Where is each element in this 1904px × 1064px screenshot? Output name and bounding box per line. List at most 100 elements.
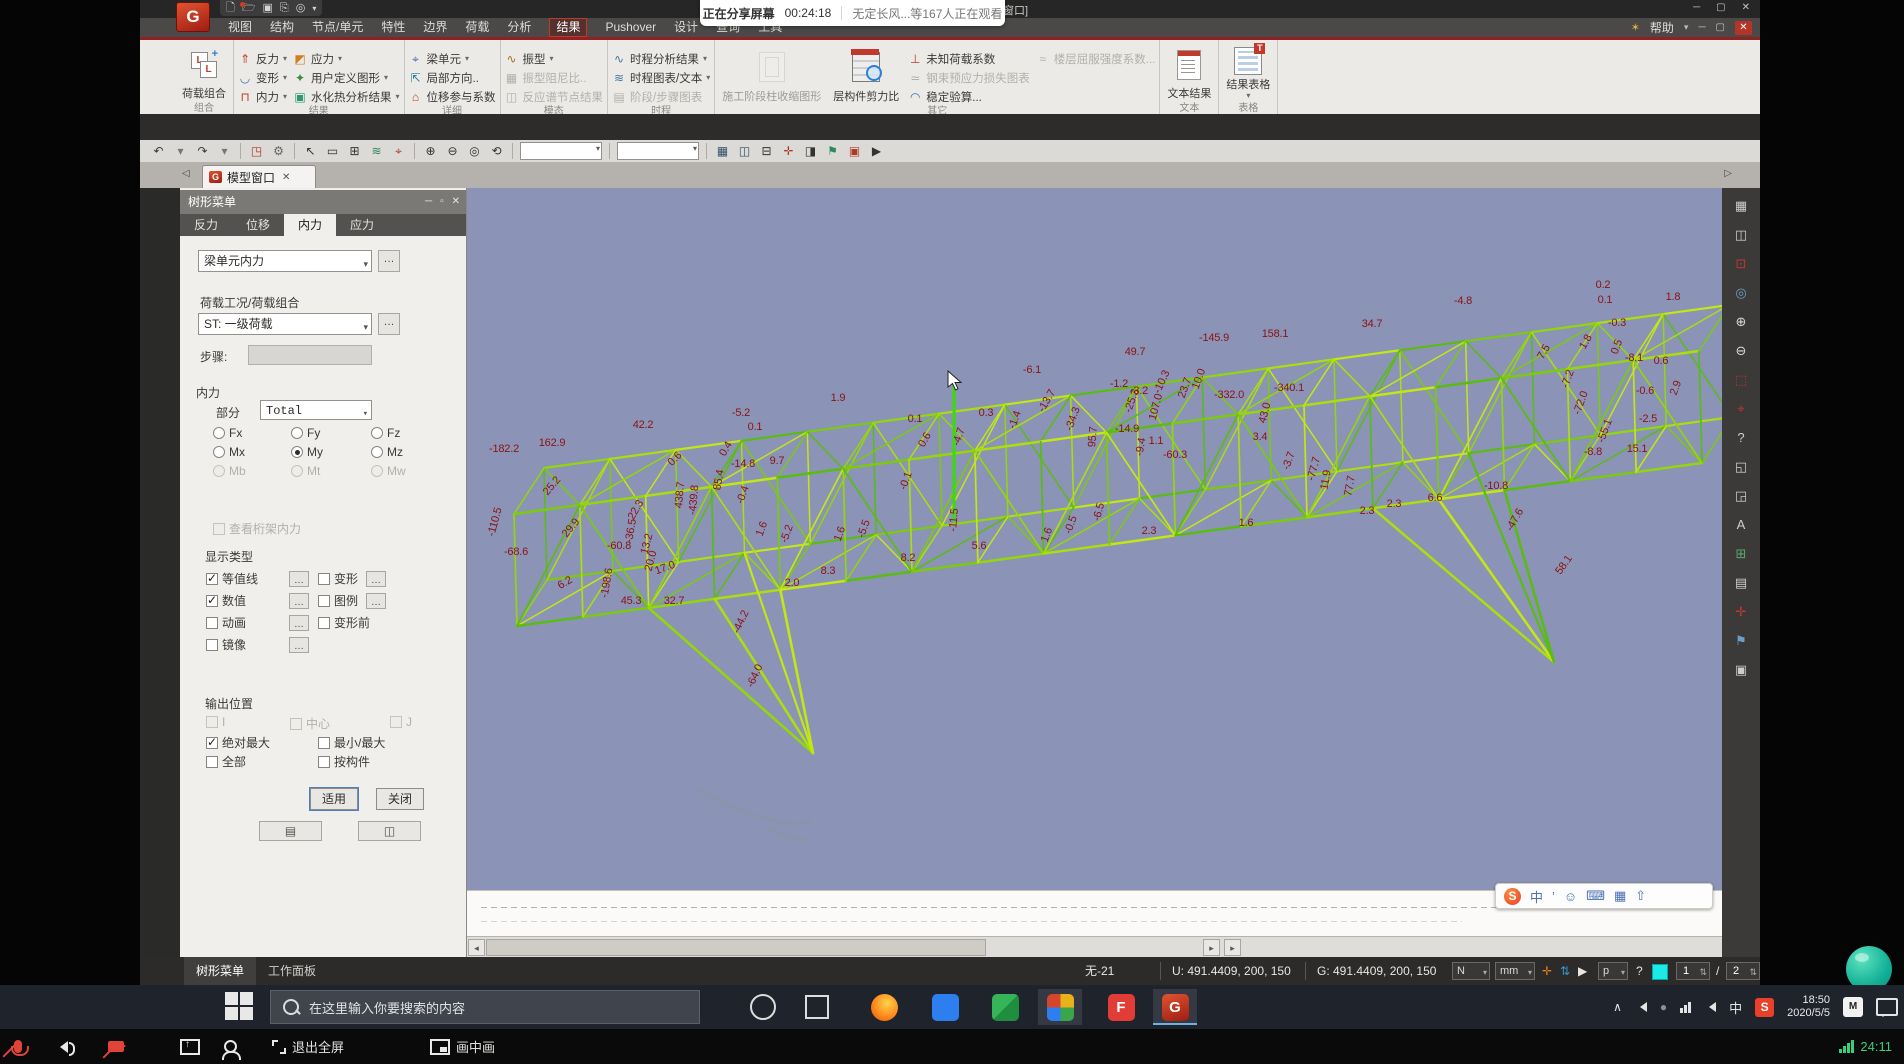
add-table-icon[interactable]: ⊞ — [1730, 544, 1752, 564]
component-option-Mw[interactable]: Mw — [371, 464, 406, 478]
apply-button[interactable]: 适用 — [310, 788, 358, 810]
function-select[interactable]: 梁单元内力 — [198, 250, 372, 272]
display-option-变形前[interactable]: 变形前 — [318, 614, 370, 631]
menu-tab-分析[interactable]: 分析 — [507, 19, 531, 36]
menu-tab-特性[interactable]: 特性 — [381, 19, 405, 36]
checkbox-I[interactable] — [206, 716, 218, 728]
ribbon-item-反应谱节点结果[interactable]: ◫反应谱节点结果 — [505, 87, 604, 106]
ime-tool-icon-2[interactable]: ☺ — [1564, 889, 1577, 904]
help-menu[interactable]: 帮助 — [1650, 19, 1674, 36]
select-window-icon[interactable]: ⊞ — [346, 143, 363, 160]
start-button[interactable] — [225, 992, 255, 1022]
report-button[interactable]: ▤ — [259, 821, 322, 841]
dock-tab-树形菜单[interactable]: 树形菜单 — [184, 957, 256, 985]
result-tab-位移[interactable]: 位移 — [232, 214, 284, 236]
sogou-tray-icon[interactable]: S — [1755, 998, 1774, 1017]
render-icon[interactable]: ▣ — [846, 143, 863, 160]
output-option-最小/最大[interactable]: 最小/最大 — [318, 734, 385, 751]
target-icon[interactable]: ⌖ — [1730, 399, 1752, 419]
select-poly-icon[interactable]: ≋ — [368, 143, 385, 160]
dock-tab-工作面板[interactable]: 工作面板 — [256, 957, 328, 985]
checkbox-数值[interactable] — [206, 595, 218, 607]
display-option-等值线[interactable]: 等值线 — [206, 570, 309, 587]
ribbon-item-阶段/步骤图表[interactable]: ▤阶段/步骤图表 — [612, 87, 710, 106]
result-tab-反力[interactable]: 反力 — [180, 214, 232, 236]
undo-dropdown-icon[interactable]: ▾ — [172, 143, 189, 160]
zoom-out-icon[interactable]: ⊖ — [1730, 341, 1752, 361]
app-close-button[interactable]: ✕ — [1735, 21, 1752, 35]
axis-icon[interactable]: ✛ — [780, 143, 797, 160]
more-options-button-镜像[interactable] — [289, 637, 309, 653]
display-option-变形[interactable]: 变形 — [318, 570, 386, 587]
ribbon-item-水化热分析结果[interactable]: ▣水化热分析结果▾ — [293, 87, 400, 106]
component-option-Mz[interactable]: Mz — [371, 445, 403, 459]
ribbon-item-稳定验算...[interactable]: ◠稳定验算... — [908, 87, 1030, 106]
more-options-button-图例[interactable] — [366, 593, 386, 609]
tab-scroll-left-icon[interactable]: ◁ — [182, 168, 190, 179]
participants-button[interactable] — [224, 1040, 237, 1053]
ribbon-item-振型阻尼比..[interactable]: ▦振型阻尼比.. — [505, 68, 604, 87]
truss-force-checkbox[interactable] — [213, 523, 225, 535]
speaker-button[interactable] — [54, 1041, 68, 1053]
panel-float-icon[interactable]: ▫ — [440, 190, 444, 214]
select-box-icon[interactable]: ▭ — [324, 143, 341, 160]
display-option-数值[interactable]: 数值 — [206, 592, 309, 609]
volume-icon[interactable] — [1704, 1002, 1716, 1012]
zoom-in-icon[interactable]: ⊕ — [1730, 312, 1752, 332]
new-file-icon[interactable]: 🗋 — [226, 1, 235, 16]
ribbon-item-钢束预应力损失图表[interactable]: ≃钢束预应力损失图表 — [908, 68, 1030, 87]
ribbon-item-局部方向..[interactable]: ⇱局部方向.. — [409, 68, 496, 87]
ribbon-item-未知荷载系数[interactable]: ⊥未知荷载系数 — [908, 49, 1030, 68]
settings-icon[interactable]: ⚙ — [270, 143, 287, 160]
ribbon-item-应力[interactable]: ◩应力▾ — [293, 49, 400, 68]
menu-tab-节点/单元[interactable]: 节点/单元 — [312, 19, 363, 36]
share-screen-button[interactable] — [180, 1039, 200, 1055]
snap-icon[interactable]: ◳ — [248, 143, 265, 160]
hide-icon[interactable]: ⊟ — [758, 143, 775, 160]
grid-panel-icon[interactable]: ▦ — [1730, 196, 1752, 216]
menu-tab-结构[interactable]: 结构 — [270, 19, 294, 36]
checkbox-中心[interactable] — [290, 718, 302, 730]
component-option-Mb[interactable]: Mb — [213, 464, 246, 478]
tray-mute-icon[interactable] — [1635, 1002, 1647, 1012]
component-option-Mt[interactable]: Mt — [291, 464, 320, 478]
ribbon-item-时程分析结果[interactable]: ∿时程分析结果▾ — [612, 49, 710, 68]
checkbox-绝对最大[interactable] — [206, 737, 218, 749]
query-icon[interactable]: ? — [1730, 428, 1752, 448]
ime-tool-icon-0[interactable]: 中 — [1530, 887, 1543, 906]
pick-icon[interactable]: ⌖ — [390, 143, 407, 160]
scroll-right-button[interactable]: ▸ — [1203, 939, 1220, 956]
checkbox-全部[interactable] — [206, 756, 218, 768]
open-file-icon[interactable]: 🗁 — [242, 1, 256, 16]
ribbon-item-振型[interactable]: ∿振型▾ — [505, 49, 604, 68]
menu-tab-Pushover[interactable]: Pushover — [605, 19, 656, 36]
output-option-中心[interactable]: 中心 — [290, 715, 330, 732]
redo-icon[interactable]: ↷ — [194, 143, 211, 160]
total-spinner[interactable]: 2 — [1726, 962, 1760, 980]
grid-icon[interactable]: ▦ — [714, 143, 731, 160]
taskbar-clock[interactable]: 18:50 2020/5/5 — [1787, 994, 1830, 1020]
exit-fullscreen-button[interactable]: 退出全屏 — [272, 1037, 344, 1056]
app-minimize-button[interactable]: ─ — [1698, 22, 1705, 33]
list-icon[interactable]: ▤ — [1730, 573, 1752, 593]
checkbox-J[interactable] — [390, 716, 402, 728]
ribbon-item-时程图表/文本[interactable]: ≋时程图表/文本▾ — [612, 68, 710, 87]
ribbon-button-层构件剪力比[interactable]: 层构件剪力比 — [830, 41, 902, 106]
loadcase-more-button[interactable] — [378, 313, 400, 335]
taskbar-search[interactable]: 在这里输入你要搜索的内容 — [270, 990, 700, 1024]
ime-mode-indicator[interactable]: 中 — [1729, 998, 1742, 1017]
checkbox-等值线[interactable] — [206, 573, 218, 585]
notification-center-icon[interactable] — [1876, 998, 1898, 1016]
dual-view-icon[interactable]: ◫ — [736, 143, 753, 160]
redo-dropdown-icon[interactable]: ▾ — [216, 143, 233, 160]
select-icon[interactable]: ↖ — [302, 143, 319, 160]
output-option-按构件[interactable]: 按构件 — [318, 753, 370, 770]
undo-icon[interactable]: ↶ — [150, 143, 167, 160]
result-tab-应力[interactable]: 应力 — [336, 214, 388, 236]
axis-toggle-icon[interactable]: ⇅ — [1560, 957, 1570, 985]
rotate-view-icon[interactable]: ⟲ — [488, 143, 505, 160]
menu-tab-结果[interactable]: 结果 — [549, 18, 587, 37]
output-option-绝对最大[interactable]: 绝对最大 — [206, 734, 270, 751]
menu-tab-荷载[interactable]: 荷载 — [465, 19, 489, 36]
theme-icon[interactable]: ✶ — [1631, 21, 1640, 34]
